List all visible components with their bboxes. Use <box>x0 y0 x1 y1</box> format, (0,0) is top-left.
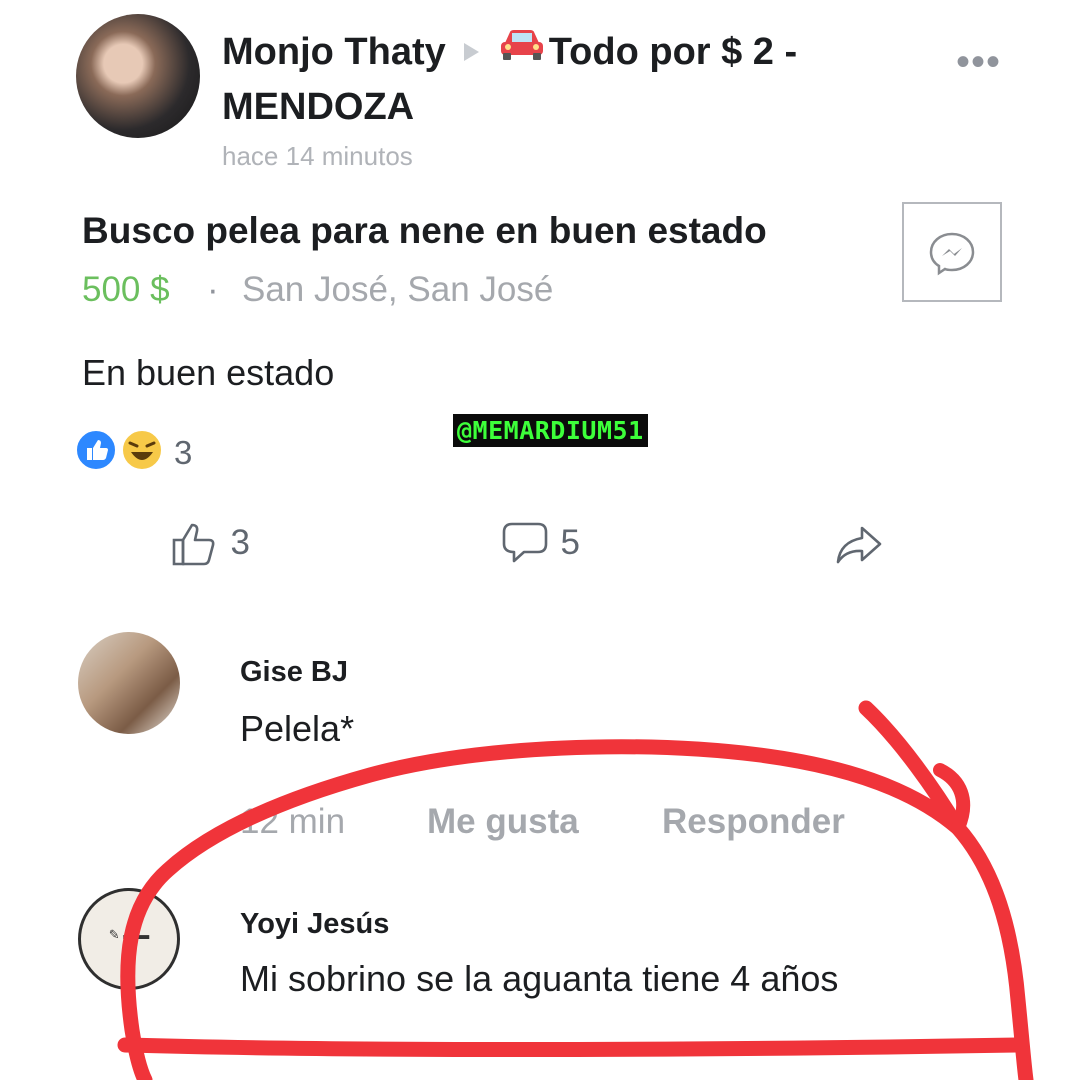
annotation-circle <box>117 700 1034 1080</box>
